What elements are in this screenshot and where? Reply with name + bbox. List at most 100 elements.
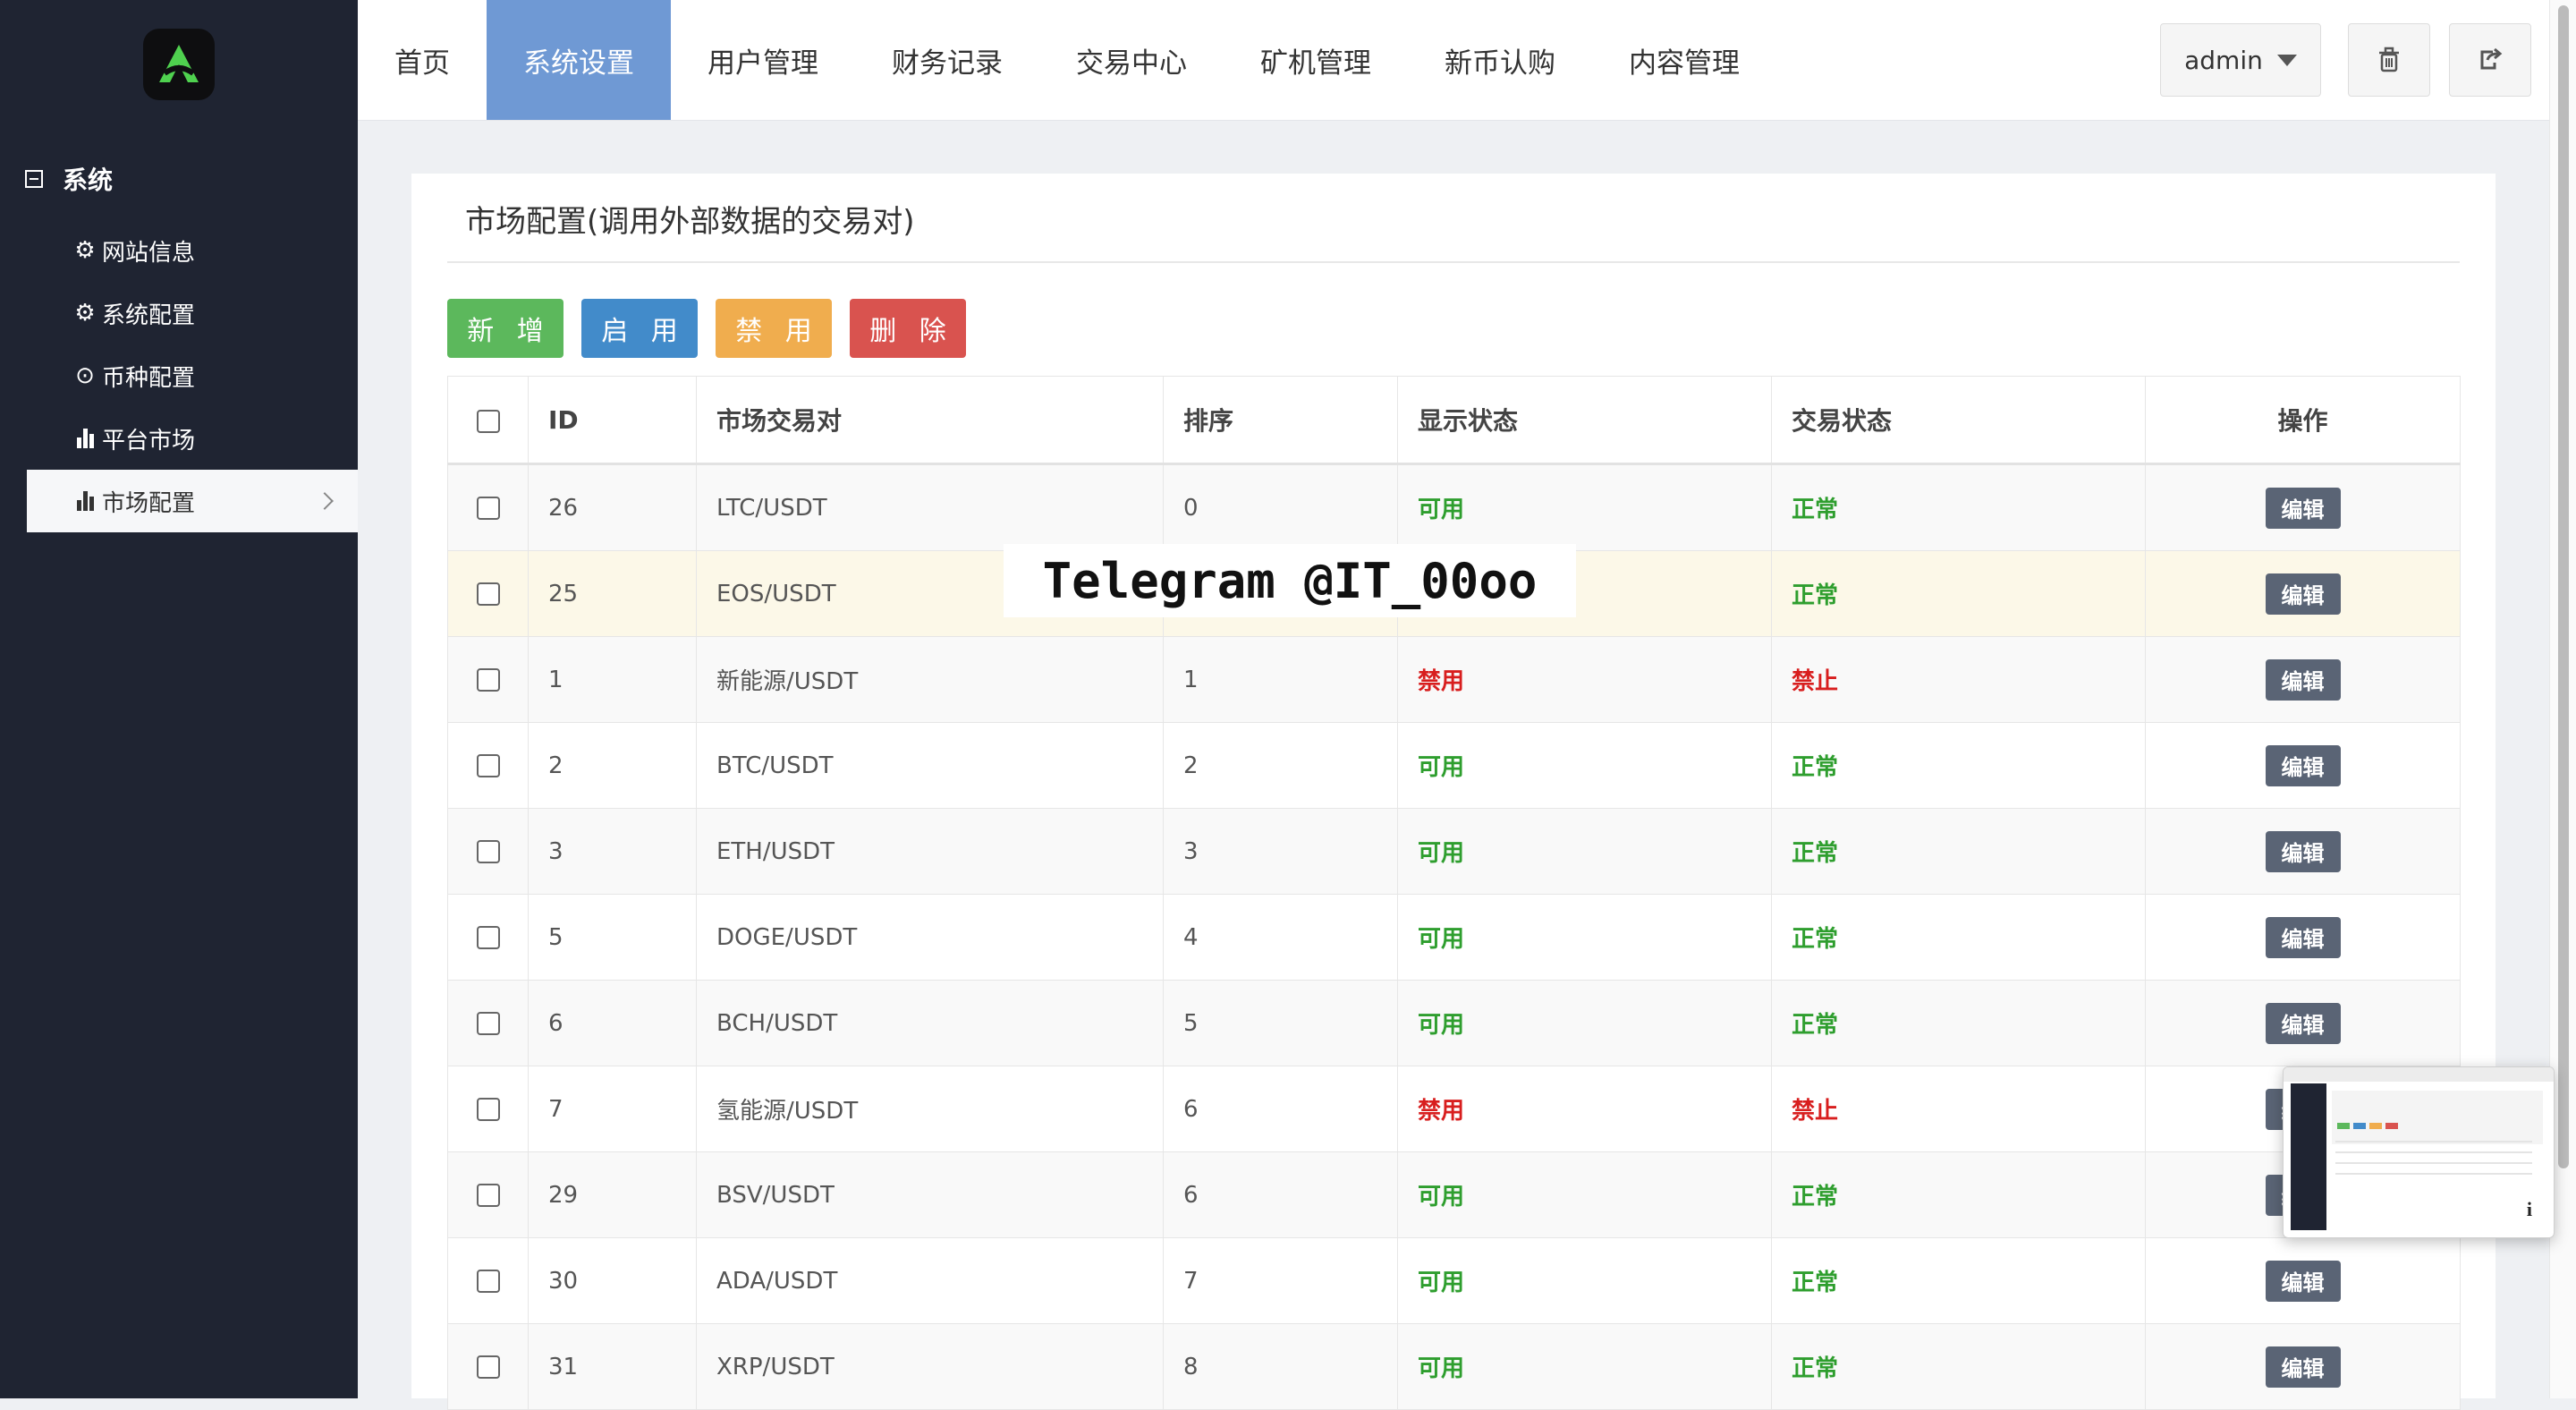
cell-id: 6 (528, 980, 697, 1066)
cell-id: 29 (528, 1151, 697, 1238)
row-checkbox[interactable] (476, 582, 500, 606)
row-checkbox[interactable] (476, 926, 500, 949)
header-pair[interactable]: 市场交易对 (696, 376, 1164, 465)
cell-display-status: 可用 (1397, 1323, 1772, 1410)
sidebar-item-label: 平台市场 (102, 427, 196, 454)
logout-button[interactable] (2449, 23, 2531, 97)
cell-pair: 氢能源/USDT (696, 1066, 1164, 1152)
cell-operations: 编辑 (2145, 550, 2461, 637)
cell-operations: 编辑 (2145, 722, 2461, 809)
display-status-text: 可用 (1418, 1184, 1465, 1210)
sidebar-item-site-info[interactable]: ⚙ 网站信息 (27, 219, 358, 282)
sidebar-item-platform-market[interactable]: 平台市场 (27, 407, 358, 470)
edit-button[interactable]: 编辑 (2265, 830, 2341, 872)
row-checkbox[interactable] (476, 497, 500, 520)
row-checkbox[interactable] (476, 1012, 500, 1035)
tab-content-management[interactable]: 内容管理 (1592, 0, 1776, 120)
table-row[interactable]: 3 ETH/USDT 3 可用 正常 编辑 (447, 808, 2461, 895)
header-trade-status[interactable]: 交易状态 (1771, 376, 2146, 465)
select-all-checkbox[interactable] (476, 409, 500, 433)
edit-button[interactable]: 编辑 (2265, 658, 2341, 701)
display-status-text: 可用 (1418, 497, 1465, 523)
edit-button[interactable]: 编辑 (2265, 1260, 2341, 1302)
table-row[interactable]: 5 DOGE/USDT 4 可用 正常 编辑 (447, 894, 2461, 981)
disable-button[interactable]: 禁 用 (716, 299, 832, 358)
thumbnail-row (2335, 1173, 2532, 1175)
table-row[interactable]: 6 BCH/USDT 5 可用 正常 编辑 (447, 980, 2461, 1066)
cell-trade-status: 正常 (1771, 1323, 2146, 1410)
cell-id: 5 (528, 894, 697, 981)
user-menu-label: admin (2184, 45, 2263, 75)
clear-cache-button[interactable] (2348, 23, 2430, 97)
table-row[interactable]: 1 新能源/USDT 1 禁用 禁止 编辑 (447, 636, 2461, 723)
edit-button[interactable]: 编辑 (2265, 1002, 2341, 1044)
display-status-text: 可用 (1418, 754, 1465, 781)
table-row[interactable]: 7氢能源/USDT6禁用禁止编辑 (447, 1066, 2461, 1152)
edit-button[interactable]: 编辑 (2265, 744, 2341, 786)
row-select-cell (447, 550, 529, 637)
row-checkbox[interactable] (476, 1184, 500, 1207)
page-title: 市场配置(调用外部数据的交易对) (465, 204, 915, 240)
trade-status-text: 禁止 (1792, 668, 1839, 695)
user-menu-button[interactable]: admin (2160, 23, 2321, 97)
row-checkbox[interactable] (476, 1355, 500, 1379)
tab-home[interactable]: 首页 (358, 0, 487, 120)
row-checkbox[interactable] (476, 754, 500, 777)
cell-pair: LTC/USDT (696, 463, 1164, 551)
table-row[interactable]: 26 LTC/USDT 0 可用 正常 编辑 (447, 463, 2461, 551)
edit-button[interactable]: 编辑 (2265, 1346, 2341, 1388)
action-toolbar: 新 增 启 用 禁 用 删 除 (447, 299, 966, 358)
collapse-icon[interactable] (25, 170, 43, 188)
info-icon[interactable]: i (2527, 1198, 2532, 1221)
header-sort[interactable]: 排序 (1163, 376, 1398, 465)
tab-user-management[interactable]: 用户管理 (671, 0, 855, 120)
table-row[interactable]: 30 ADA/USDT 7 可用 正常 编辑 (447, 1237, 2461, 1324)
row-checkbox[interactable] (476, 1270, 500, 1293)
table-row[interactable]: 29BSV/USDT6可用正常编辑 (447, 1151, 2461, 1238)
header-id[interactable]: ID (528, 376, 697, 465)
tab-miner-management[interactable]: 矿机管理 (1224, 0, 1408, 120)
edit-button[interactable]: 编辑 (2265, 487, 2341, 529)
header-display-status[interactable]: 显示状态 (1397, 376, 1772, 465)
row-checkbox[interactable] (476, 840, 500, 863)
screenshot-thumbnail[interactable]: i (2283, 1066, 2555, 1238)
row-select-cell (447, 894, 529, 981)
tab-trading-center[interactable]: 交易中心 (1039, 0, 1224, 120)
row-select-cell (447, 980, 529, 1066)
cell-sort: 3 (1163, 808, 1398, 895)
trash-icon (2379, 47, 2399, 72)
display-status-text: 可用 (1418, 1355, 1465, 1382)
edit-button[interactable]: 编辑 (2265, 916, 2341, 958)
cell-display-status: 可用 (1397, 463, 1772, 551)
sidebar-item-coin-config[interactable]: ⊙ 币种配置 (27, 344, 358, 407)
cell-operations: 编辑 (2145, 463, 2461, 551)
delete-button[interactable]: 删 除 (850, 299, 966, 358)
sidebar-item-system-config[interactable]: ⚙ 系统配置 (27, 282, 358, 344)
add-button[interactable]: 新 增 (447, 299, 564, 358)
tab-finance-records[interactable]: 财务记录 (855, 0, 1039, 120)
edit-button[interactable]: 编辑 (2265, 573, 2341, 615)
cell-display-status: 可用 (1397, 894, 1772, 981)
sidebar-section-label: 系统 (63, 166, 114, 195)
sidebar-menu: ⚙ 网站信息 ⚙ 系统配置 ⊙ 币种配置 平台市场 市场配置 (27, 219, 358, 532)
sidebar-item-market-config[interactable]: 市场配置 (27, 470, 358, 532)
row-checkbox[interactable] (476, 1098, 500, 1121)
row-select-cell (447, 1151, 529, 1238)
tab-system-settings[interactable]: 系统设置 (487, 0, 671, 120)
table-row[interactable]: 31 XRP/USDT 8 可用 正常 编辑 (447, 1323, 2461, 1410)
cell-operations: 编辑 (2145, 1237, 2461, 1324)
caret-down-icon (2276, 54, 2297, 66)
enable-button[interactable]: 启 用 (581, 299, 698, 358)
tab-new-coin-subscription[interactable]: 新币认购 (1408, 0, 1592, 120)
trade-status-text: 正常 (1792, 1270, 1839, 1296)
app-logo[interactable] (143, 29, 215, 100)
row-checkbox[interactable] (476, 668, 500, 692)
cell-sort: 1 (1163, 636, 1398, 723)
trade-status-text: 正常 (1792, 582, 1839, 609)
table-row[interactable]: 2 BTC/USDT 2 可用 正常 编辑 (447, 722, 2461, 809)
cell-sort: 8 (1163, 1323, 1398, 1410)
sidebar-section-system[interactable]: 系统 (25, 161, 113, 197)
scrollbar-thumb[interactable] (2558, 5, 2569, 1168)
content-panel: 市场配置(调用外部数据的交易对) 新 增 启 用 禁 用 删 除 ID 市场交易… (411, 174, 2496, 1410)
bar-chart-icon (73, 491, 97, 511)
